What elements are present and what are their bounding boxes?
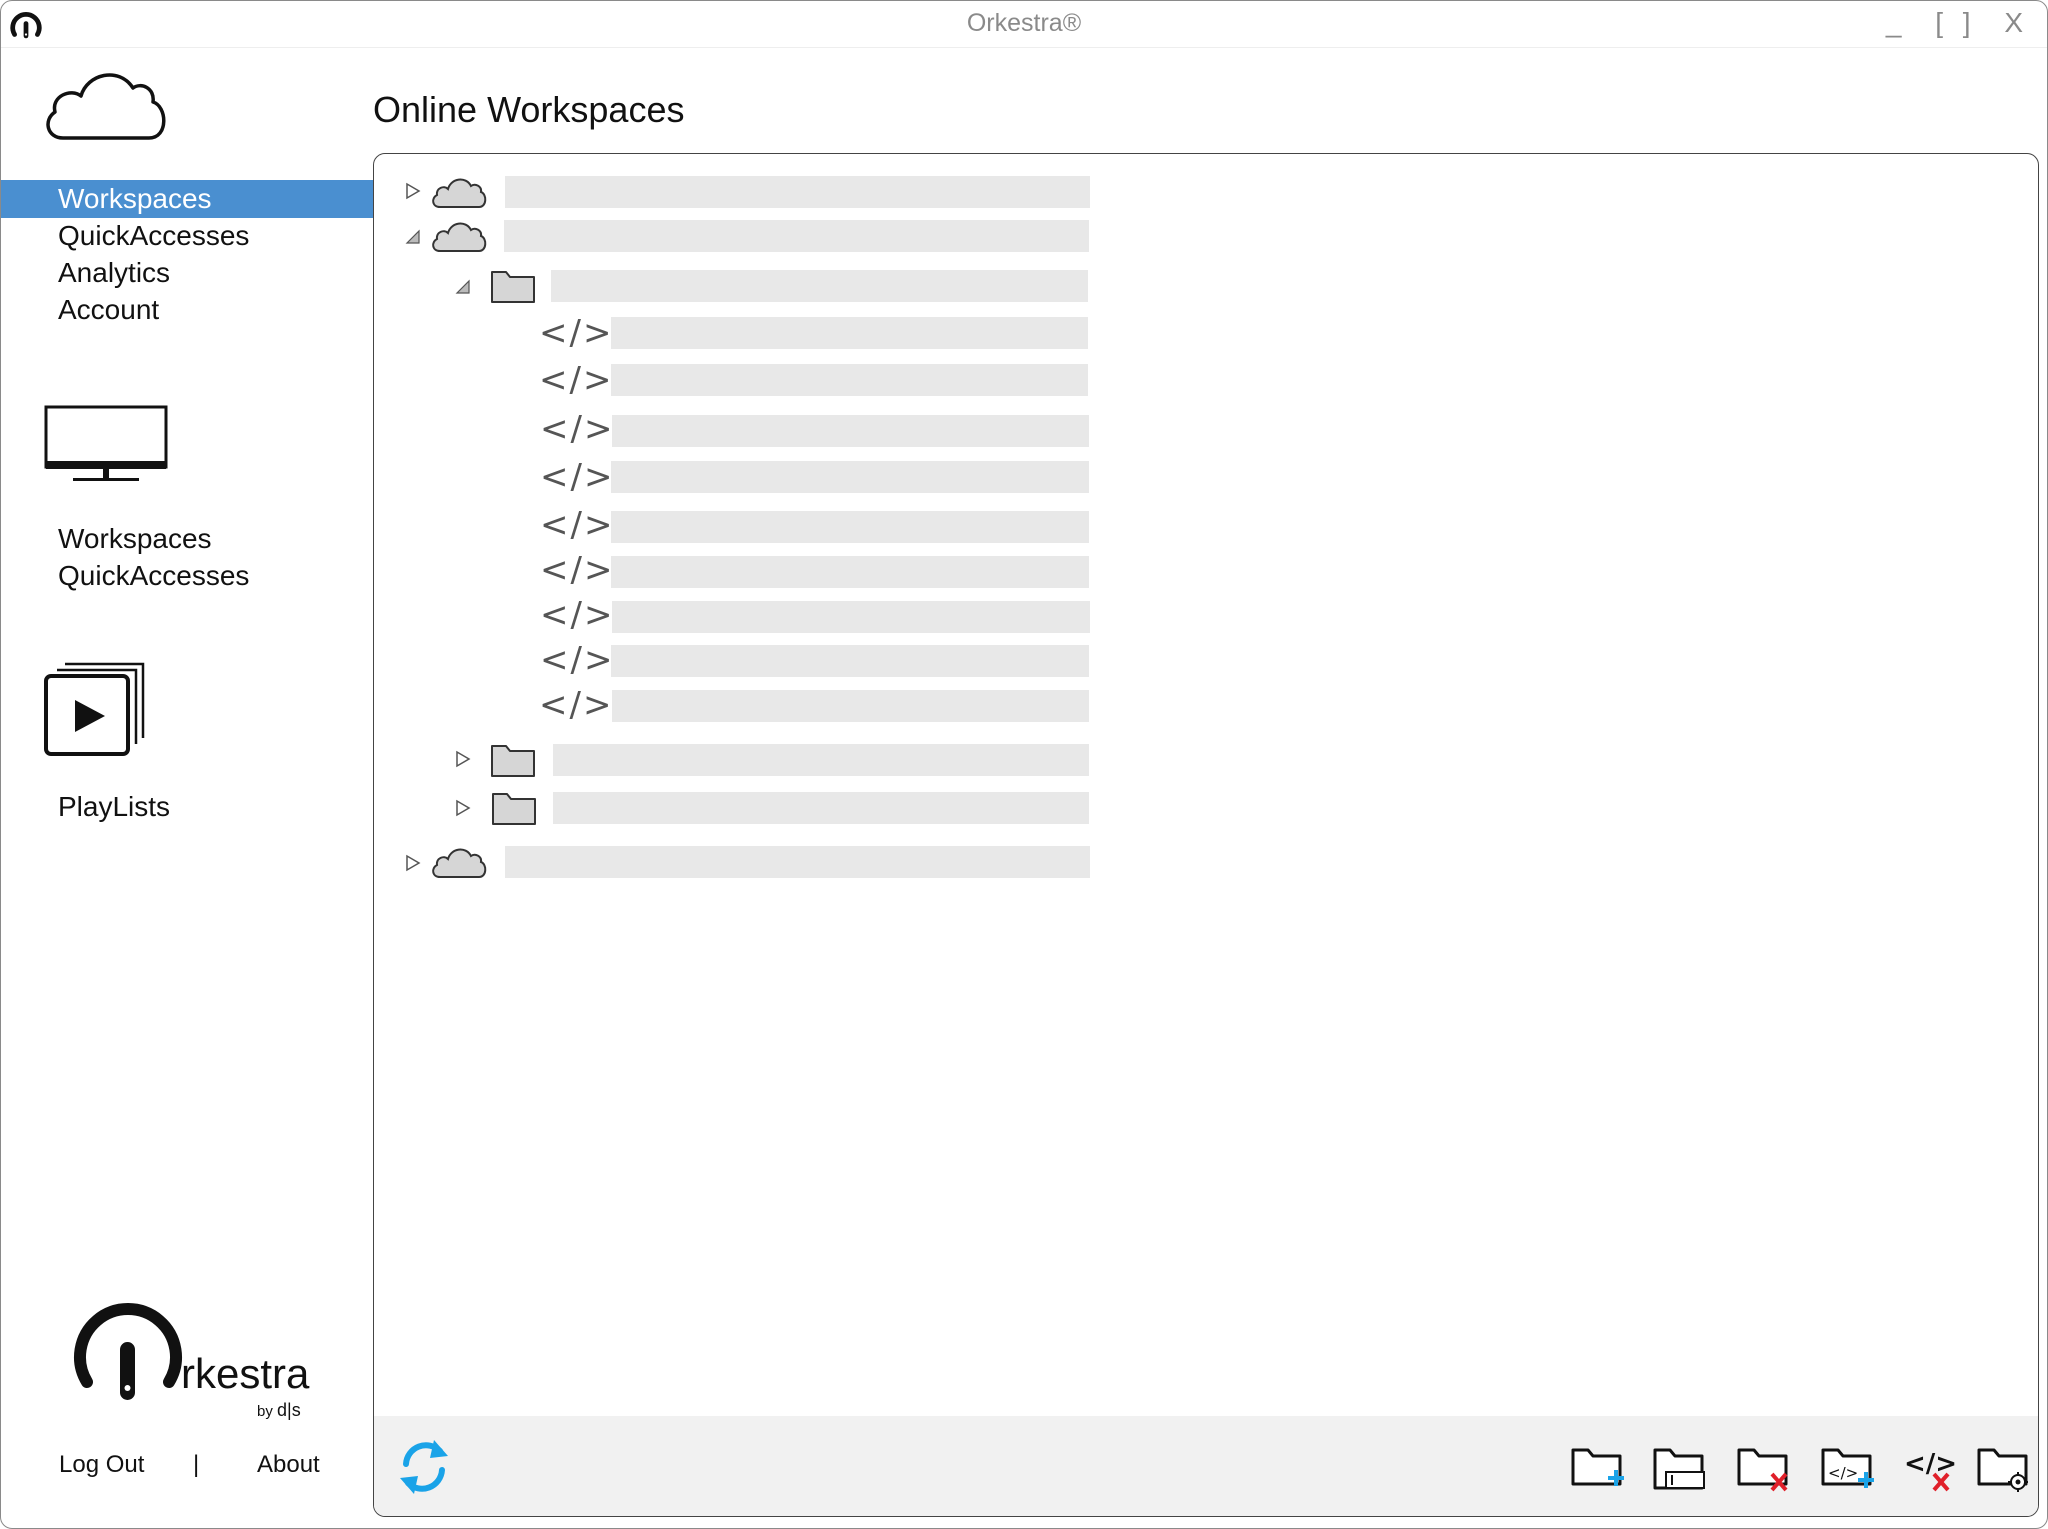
code-icon: </>	[540, 409, 615, 449]
tree-node-label-placeholder	[553, 744, 1089, 776]
expand-caret-icon[interactable]	[404, 182, 422, 200]
tree-node-script[interactable]: </>	[374, 460, 1374, 494]
window-title: Orkestra®	[966, 9, 1082, 37]
sidebar-item-analytics[interactable]: Analytics	[1, 254, 373, 292]
folder-icon	[491, 745, 535, 777]
tree-node-script[interactable]: </>	[374, 643, 1374, 677]
tree-node-label-placeholder	[611, 364, 1088, 396]
action-toolbar: </> </>	[374, 1416, 2038, 1516]
expand-caret-icon[interactable]	[404, 854, 422, 872]
tree-node-label-placeholder	[551, 270, 1088, 302]
page-title: Online Workspaces	[373, 89, 685, 130]
refresh-icon[interactable]	[394, 1434, 454, 1500]
brand-name: rkestra	[181, 1350, 310, 1397]
tree-node-label-placeholder	[505, 846, 1090, 878]
tree-node-cloud[interactable]	[374, 174, 1374, 208]
svg-text:</>: </>	[1828, 1464, 1858, 1482]
tree-node-script[interactable]: </>	[374, 595, 1374, 635]
close-button[interactable]: X	[2004, 7, 2029, 38]
sidebar-item-local-workspaces[interactable]: Workspaces	[1, 520, 373, 558]
tree-node-folder[interactable]	[374, 268, 1374, 303]
monitor-icon	[44, 405, 168, 481]
brand-byline: by d|s	[257, 1400, 301, 1421]
code-icon: </>	[539, 685, 614, 725]
brand-ds: d|s	[277, 1400, 301, 1420]
title-bar: Orkestra® _ [ ] X	[1, 1, 2047, 48]
cloud-icon	[432, 178, 487, 208]
link-separator: |	[193, 1451, 200, 1478]
tree-node-label-placeholder	[611, 556, 1089, 588]
sidebar-item-quickaccesses[interactable]: QuickAccesses	[1, 217, 373, 255]
code-icon: </>	[539, 360, 614, 400]
log-out-link[interactable]: Log Out	[59, 1451, 144, 1479]
folder-icon	[492, 793, 536, 825]
window-controls: _ [ ] X	[1872, 7, 2029, 39]
workspace-tree-panel: </> </> </> </> </> </> </> </> </> </> …	[373, 153, 2039, 1517]
folder-settings-icon[interactable]	[1976, 1444, 2034, 1494]
playlist-icon	[44, 662, 145, 756]
code-icon: </>	[539, 313, 614, 353]
tree-node-label-placeholder	[611, 317, 1088, 349]
minimize-button[interactable]: _	[1886, 7, 1908, 38]
folder-icon	[491, 271, 535, 303]
tree-node-label-placeholder	[505, 176, 1090, 208]
expand-caret-icon[interactable]	[454, 750, 472, 768]
add-script-icon[interactable]: </>	[1820, 1444, 1878, 1494]
tree-node-label-placeholder	[612, 601, 1090, 633]
tree-node-label-placeholder	[611, 461, 1089, 493]
svg-text:</>: </>	[1904, 1449, 1957, 1479]
collapse-caret-icon[interactable]	[404, 228, 422, 246]
tree-node-script[interactable]: </>	[374, 688, 1374, 722]
tree-node-script[interactable]: </>	[374, 409, 1374, 449]
code-icon: </>	[540, 640, 615, 680]
tree-node-label-placeholder	[612, 690, 1089, 722]
code-icon: </>	[540, 457, 615, 497]
delete-folder-icon[interactable]	[1736, 1444, 1794, 1494]
app-window: Orkestra® _ [ ] X Workspaces QuickAccess…	[0, 0, 2048, 1529]
tree-node-script[interactable]: </>	[374, 550, 1374, 590]
tree-node-label-placeholder	[611, 645, 1089, 677]
cloud-icon	[46, 73, 166, 140]
maximize-button[interactable]: [ ]	[1935, 7, 1976, 38]
delete-script-icon[interactable]: </>	[1902, 1444, 1960, 1494]
cloud-icon	[432, 222, 487, 252]
sidebar-item-playlists[interactable]: PlayLists	[1, 788, 373, 826]
tree-node-label-placeholder	[612, 415, 1089, 447]
sidebar-item-local-quickaccesses[interactable]: QuickAccesses	[1, 557, 373, 595]
tree-node-cloud[interactable]	[374, 844, 1374, 878]
tree-node-folder[interactable]	[374, 742, 1374, 777]
tree-node-script[interactable]: </>	[374, 363, 1374, 397]
tree-node-cloud[interactable]	[374, 218, 1374, 252]
tree-node-script[interactable]: </>	[374, 316, 1374, 350]
collapse-caret-icon[interactable]	[454, 278, 472, 296]
tree-node-folder[interactable]	[374, 790, 1374, 825]
tree-node-label-placeholder	[553, 792, 1089, 824]
add-folder-icon[interactable]	[1570, 1444, 1628, 1494]
code-icon: </>	[540, 505, 615, 545]
cloud-icon	[432, 848, 487, 878]
sidebar-item-account[interactable]: Account	[1, 291, 373, 329]
orkestra-brand-logo	[74, 1303, 182, 1400]
about-link[interactable]: About	[257, 1451, 320, 1479]
expand-caret-icon[interactable]	[454, 799, 472, 817]
tree-node-script[interactable]: </>	[374, 505, 1374, 545]
code-icon: </>	[540, 550, 615, 590]
brand-by: by	[257, 1403, 273, 1420]
tree-node-label-placeholder	[504, 220, 1089, 252]
rename-folder-icon[interactable]	[1652, 1444, 1710, 1494]
tree-node-label-placeholder	[611, 511, 1089, 543]
sidebar: Workspaces QuickAccesses Analytics Accou…	[1, 48, 373, 1528]
code-icon: </>	[540, 595, 615, 635]
sidebar-item-workspaces[interactable]: Workspaces	[1, 180, 373, 218]
